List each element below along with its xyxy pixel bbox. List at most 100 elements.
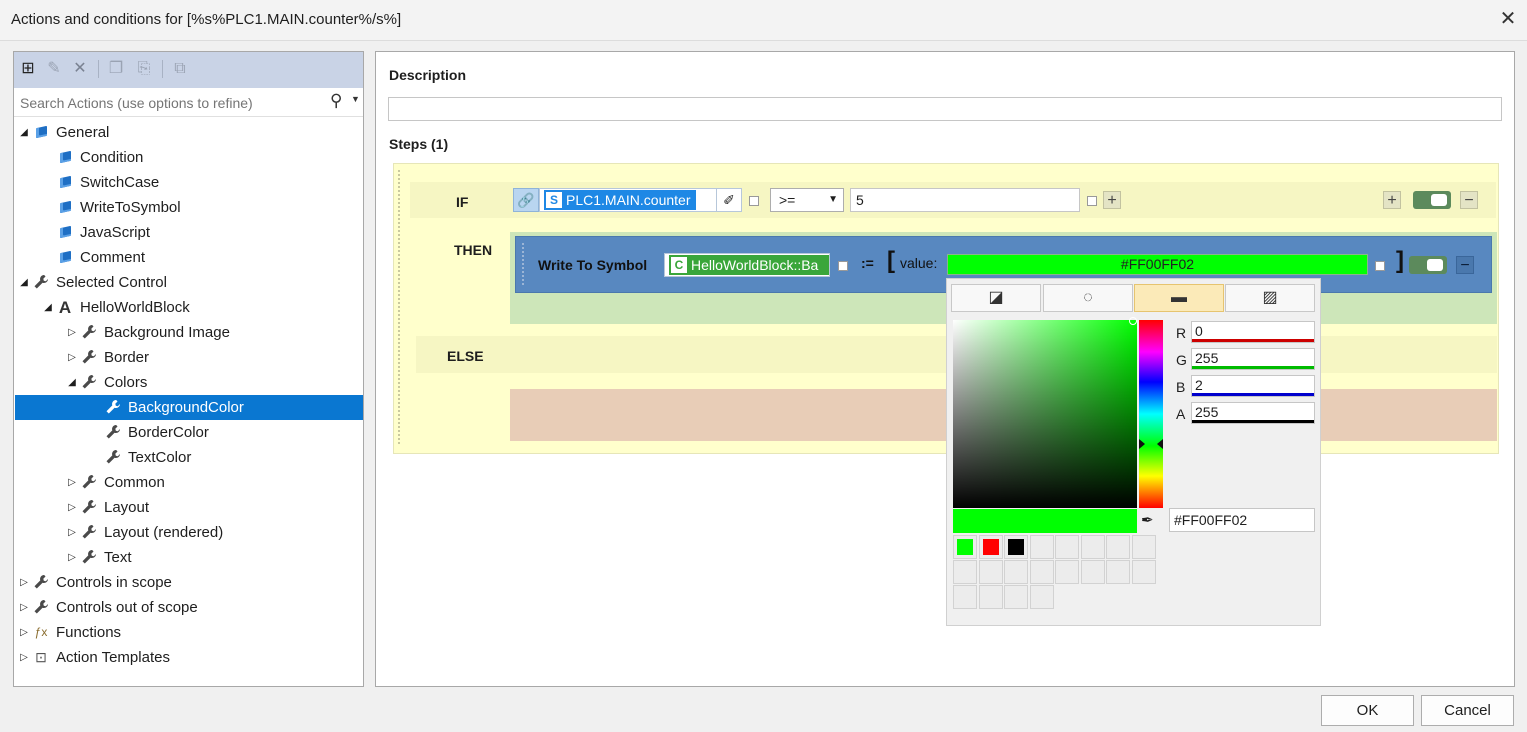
hex-input[interactable]: #FF00FF02 [1169, 508, 1315, 532]
drag-handle[interactable] [398, 170, 403, 444]
tree-item[interactable]: ◢ A HelloWorldBlock [15, 295, 363, 320]
drag-handle[interactable] [522, 243, 527, 285]
tree-item[interactable]: ▷ ⊡ Action Templates [15, 645, 363, 670]
tree-item[interactable]: ◢ Selected Control [15, 270, 363, 295]
add-step-icon[interactable]: + [1383, 191, 1401, 209]
search-input[interactable] [18, 92, 322, 114]
tree-item[interactable]: JavaScript [15, 220, 363, 245]
tree-item[interactable]: BackgroundColor [15, 395, 363, 420]
channel-input[interactable]: 255 [1191, 402, 1315, 424]
cancel-button[interactable]: Cancel [1421, 695, 1514, 726]
tree-item[interactable]: ▷ Border [15, 345, 363, 370]
tree-item[interactable]: SwitchCase [15, 170, 363, 195]
collapse-icon[interactable]: ◢ [19, 270, 29, 295]
color-swatch[interactable] [1004, 560, 1028, 584]
expand-icon[interactable]: ▷ [67, 345, 77, 370]
collapse-icon[interactable]: ◢ [43, 295, 53, 320]
color-cursor[interactable] [1129, 317, 1137, 325]
color-swatch[interactable] [1029, 535, 1054, 559]
target-symbol-field[interactable]: C HelloWorldBlock::Ba [664, 253, 830, 277]
ok-button[interactable]: OK [1321, 695, 1414, 726]
color-swatch[interactable] [978, 585, 1003, 609]
channel-input[interactable]: 0 [1191, 321, 1315, 343]
tree-item[interactable]: TextColor [15, 445, 363, 470]
edit-action-icon[interactable]: ✎ [44, 59, 64, 79]
tree-item[interactable]: Comment [15, 245, 363, 270]
expand-icon[interactable]: ▷ [67, 545, 77, 570]
tree-item[interactable]: Condition [15, 145, 363, 170]
close-icon[interactable]: ✕ [1497, 7, 1519, 31]
tree-item[interactable]: WriteToSymbol [15, 195, 363, 220]
expand-icon[interactable]: ▷ [19, 620, 29, 645]
operator-select[interactable]: >= ▼ [770, 188, 844, 212]
tree-item[interactable]: ◢ General [15, 120, 363, 145]
chevron-down-icon[interactable]: ▼ [351, 94, 360, 104]
tree-item[interactable]: ▷ Controls out of scope [15, 595, 363, 620]
channel-input[interactable]: 2 [1191, 375, 1315, 397]
hue-slider-handle[interactable] [1139, 439, 1163, 449]
color-swatch[interactable] [953, 585, 977, 609]
expand-icon[interactable]: ▷ [19, 645, 29, 670]
enable-toggle[interactable] [1409, 256, 1447, 274]
color-swatch[interactable] [1080, 560, 1105, 584]
symbol-edit-icon[interactable]: ✐ [716, 188, 742, 212]
expand-icon[interactable]: ▷ [67, 520, 77, 545]
tree-item[interactable]: ▷ Layout [15, 495, 363, 520]
color-swatch[interactable] [1029, 560, 1054, 584]
tree-item[interactable]: BorderColor [15, 420, 363, 445]
color-value-field[interactable]: #FF00FF02 [947, 254, 1368, 275]
tree-item[interactable]: ▷ ƒx Functions [15, 620, 363, 645]
color-swatch[interactable] [1004, 585, 1028, 609]
color-swatch[interactable] [1055, 560, 1079, 584]
saturation-value-area[interactable] [953, 320, 1137, 508]
channel-input[interactable]: 255 [1191, 348, 1315, 370]
tree-item[interactable]: ▷ Controls in scope [15, 570, 363, 595]
enable-toggle[interactable] [1413, 191, 1451, 209]
expand-icon[interactable]: ▷ [19, 570, 29, 595]
color-swatch[interactable] [978, 560, 1003, 584]
description-input[interactable] [388, 97, 1502, 121]
collapse-icon[interactable]: ◢ [67, 370, 77, 395]
color-swatch[interactable] [953, 560, 977, 584]
expand-icon[interactable]: ▷ [67, 470, 77, 495]
color-swatch[interactable] [1106, 560, 1130, 584]
tree-item[interactable]: ▷ Background Image [15, 320, 363, 345]
color-swatch[interactable] [1055, 535, 1079, 559]
tree-item[interactable]: ▷ Common [15, 470, 363, 495]
remove-action-icon[interactable]: − [1456, 256, 1474, 274]
target-checkbox[interactable] [838, 261, 848, 271]
color-swatch[interactable] [1106, 535, 1130, 559]
color-swatch[interactable] [1080, 535, 1105, 559]
search-icon[interactable]: ⚲ [330, 91, 342, 111]
add-condition-icon[interactable]: + [1103, 191, 1121, 209]
expand-icon[interactable]: ▷ [19, 595, 29, 620]
solid-color-icon[interactable]: ▬ [1134, 284, 1224, 312]
condition-checkbox[interactable] [749, 196, 759, 206]
collapse-icon[interactable]: ◢ [19, 120, 29, 145]
color-swatch[interactable] [978, 535, 1003, 559]
link-icon[interactable]: 🔗 [513, 188, 539, 212]
remove-step-icon[interactable]: − [1460, 191, 1478, 209]
tree-item[interactable]: ◢ Colors [15, 370, 363, 395]
no-color-icon[interactable]: ◪ [951, 284, 1041, 312]
copy-icon[interactable]: ❐ [106, 59, 126, 79]
tree-item[interactable]: ▷ Layout (rendered) [15, 520, 363, 545]
color-swatch[interactable] [953, 535, 977, 559]
hue-slider[interactable] [1139, 320, 1163, 508]
condition-symbol-field[interactable]: S PLC1.MAIN.counter [539, 188, 742, 212]
add-action-icon[interactable]: ⊞ [18, 59, 38, 79]
template-icon[interactable]: ⧉ [170, 59, 190, 79]
value-checkbox[interactable] [1375, 261, 1385, 271]
color-swatch[interactable] [1131, 560, 1156, 584]
tree-item[interactable]: ▷ Text [15, 545, 363, 570]
delete-icon[interactable]: ✕ [70, 59, 90, 79]
color-swatch[interactable] [1131, 535, 1156, 559]
color-swatch[interactable] [1029, 585, 1054, 609]
eyedropper-icon[interactable]: ✒ [1141, 511, 1154, 529]
value-checkbox[interactable] [1087, 196, 1097, 206]
expand-icon[interactable]: ▷ [67, 495, 77, 520]
expand-icon[interactable]: ▷ [67, 320, 77, 345]
paste-icon[interactable]: ⎘ [134, 59, 154, 79]
linear-gradient-icon[interactable]: ▨ [1225, 284, 1315, 312]
radial-gradient-icon[interactable]: ◌ [1043, 284, 1133, 312]
